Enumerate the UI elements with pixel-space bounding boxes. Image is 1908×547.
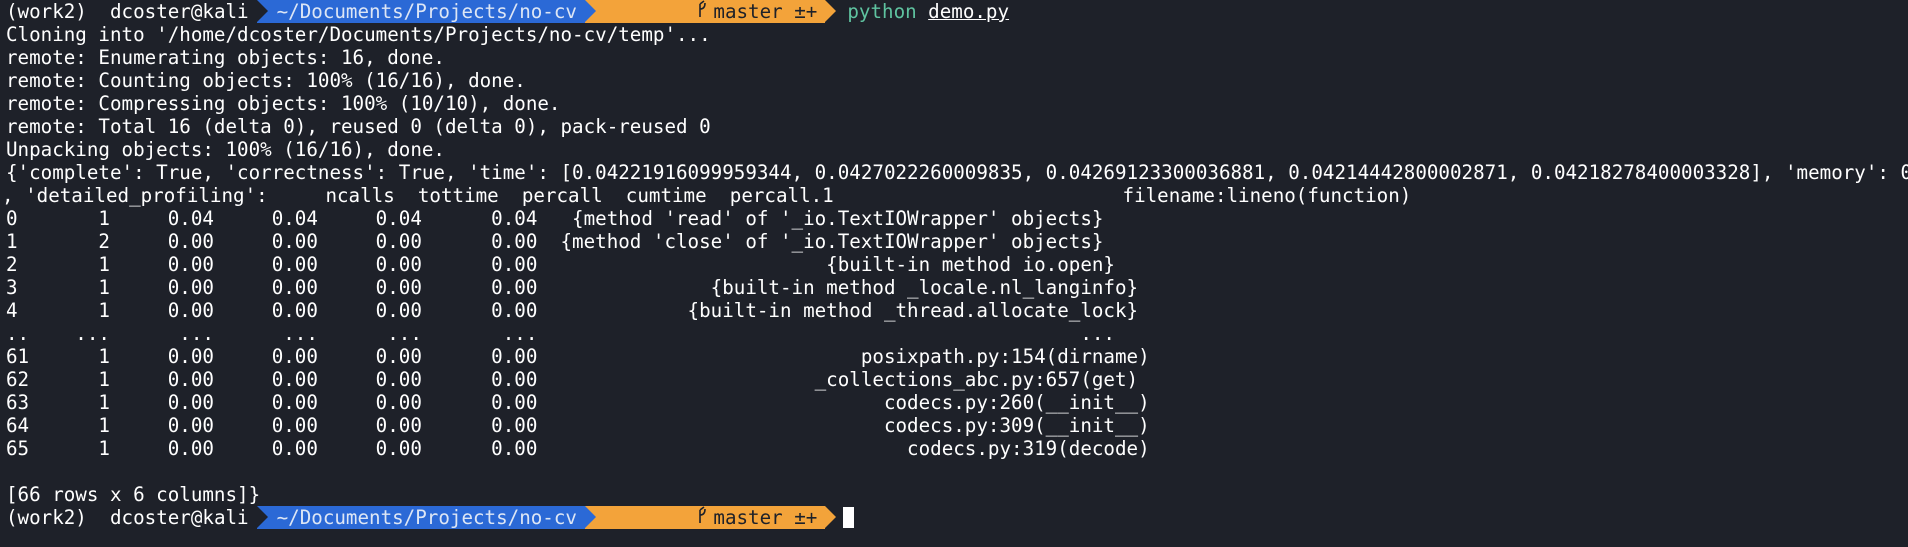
prompt-branch: master ±+	[713, 506, 818, 529]
table-row: 62 1 0.00 0.00 0.00 0.00 _collections_ab…	[6, 368, 1139, 391]
prompt-directory: ~/Documents/Projects/no-cv	[276, 0, 577, 23]
table-row: 63 1 0.00 0.00 0.00 0.00 codecs.py:260(_…	[6, 391, 1150, 414]
table-row: 61 1 0.00 0.00 0.00 0.00 posixpath.py:15…	[6, 345, 1150, 368]
text-cursor[interactable]	[843, 507, 855, 528]
command-program: python	[847, 0, 917, 23]
prompt-git-segment: master ±+	[584, 506, 837, 529]
output-line: remote: Enumerating objects: 16, done.	[6, 46, 445, 69]
table-row: 2 1 0.00 0.00 0.00 0.00 {built-in method…	[6, 253, 1115, 276]
prompt-directory-segment: ~/Documents/Projects/no-cv	[256, 506, 597, 529]
table-row: .. ... ... ... ... ... ...	[6, 322, 1115, 345]
output-line: remote: Counting objects: 100% (16/16), …	[6, 69, 526, 92]
prompt-env: (work2)	[6, 506, 87, 529]
prompt-line-2[interactable]: (work2) dcoster@kali ~/Documents/Project…	[0, 506, 855, 529]
prompt-user-host: dcoster@kali	[109, 0, 249, 23]
table-row: 0 1 0.04 0.04 0.04 0.04 {method 'read' o…	[6, 207, 1104, 230]
output-line: [66 rows x 6 columns]}	[6, 483, 261, 506]
output-line: remote: Total 16 (delta 0), reused 0 (de…	[6, 115, 711, 138]
table-row: 3 1 0.00 0.00 0.00 0.00 {built-in method…	[6, 276, 1139, 299]
output-line: , 'detailed_profiling': ncalls tottime p…	[2, 184, 1412, 207]
prompt-git-segment: master ±+	[584, 0, 837, 23]
git-branch-icon	[605, 483, 707, 547]
prompt-env: (work2)	[6, 0, 87, 23]
command-argument: demo.py	[928, 0, 1010, 23]
prompt-directory: ~/Documents/Projects/no-cv	[276, 506, 577, 529]
output-line: Unpacking objects: 100% (16/16), done.	[6, 138, 445, 161]
table-row: 4 1 0.00 0.00 0.00 0.00 {built-in method…	[6, 299, 1139, 322]
output-line: {'complete': True, 'correctness': True, …	[6, 161, 1908, 184]
prompt-line-1: (work2) dcoster@kali ~/Documents/Project…	[0, 0, 1009, 23]
table-row: 65 1 0.00 0.00 0.00 0.00 codecs.py:319(d…	[6, 437, 1150, 460]
output-line: remote: Compressing objects: 100% (10/10…	[6, 92, 561, 115]
prompt-branch: master ±+	[713, 0, 818, 23]
prompt-user-segment: (work2) dcoster@kali	[0, 0, 257, 23]
table-row: 64 1 0.00 0.00 0.00 0.00 codecs.py:309(_…	[6, 414, 1150, 437]
prompt-user-segment: (work2) dcoster@kali	[0, 506, 257, 529]
output-line: Cloning into '/home/dcoster/Documents/Pr…	[6, 23, 711, 46]
prompt-user-host: dcoster@kali	[109, 506, 249, 529]
command-entry: python demo.py	[825, 0, 1009, 23]
table-row: 1 2 0.00 0.00 0.00 0.00 {method 'close' …	[6, 230, 1104, 253]
prompt-directory-segment: ~/Documents/Projects/no-cv	[256, 0, 597, 23]
terminal-window[interactable]: (work2) dcoster@kali ~/Documents/Project…	[0, 0, 1908, 547]
